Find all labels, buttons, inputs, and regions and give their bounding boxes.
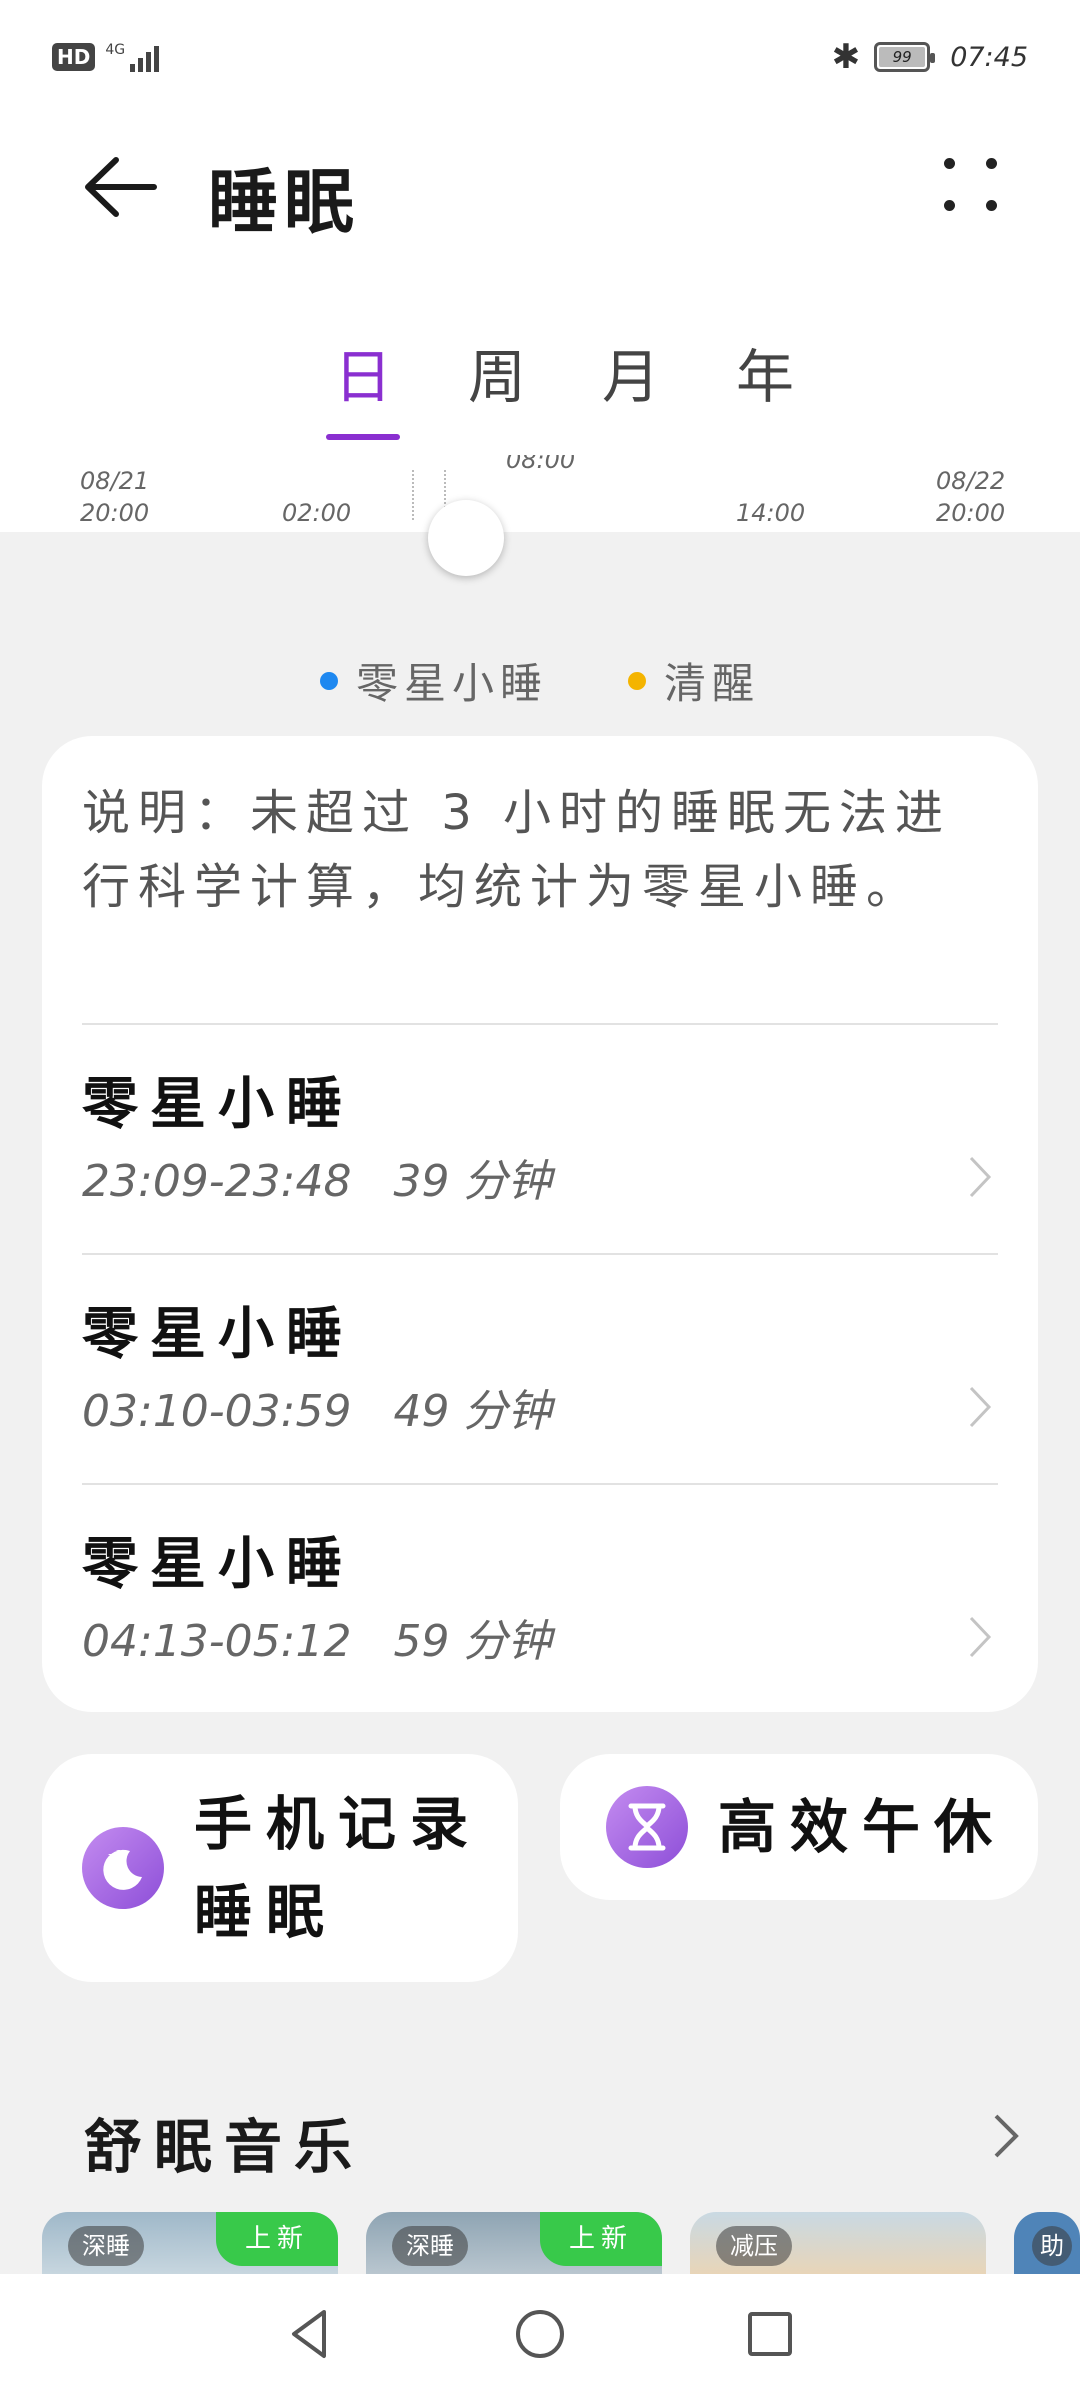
status-time: 07:45: [950, 41, 1028, 73]
svg-text:z: z: [116, 1848, 121, 1858]
tab-week[interactable]: 周: [430, 330, 564, 440]
music-tag: 助: [1032, 2226, 1072, 2266]
status-bar: HD 4G ✱ 99 07:45: [0, 0, 1080, 110]
signal-icon: 4G: [105, 42, 160, 72]
tick-0200: 02:00: [282, 499, 352, 527]
more-options-icon[interactable]: [942, 156, 1002, 216]
tick-current: 08:00: [506, 455, 576, 473]
tick-1400: 14:00: [736, 499, 806, 527]
system-nav-bar: [0, 2274, 1080, 2388]
chevron-right-icon[interactable]: [992, 2112, 1020, 2160]
nap-detail: 04:13-05:12 59 分钟: [82, 1616, 552, 1667]
back-arrow-icon[interactable]: [82, 154, 158, 220]
chevron-right-icon: [969, 1156, 992, 1198]
efficient-nap-button[interactable]: 高效午休: [560, 1754, 1038, 1900]
note-text: 说明：未超过 3 小时的睡眠无法进行科学计算，均统计为零星小睡。: [82, 785, 952, 915]
status-right: ✱ 99 07:45: [832, 40, 1028, 74]
tab-day[interactable]: 日: [296, 330, 430, 440]
music-carousel[interactable]: 深睡 上新 深睡 上新 减压 助: [42, 2212, 1080, 2274]
new-badge: 上新: [216, 2212, 338, 2266]
battery-icon: 99: [874, 42, 936, 72]
sleep-timeline[interactable]: 08/21 20:00 02:00 08:00 14:00 08/22 20:00: [0, 455, 1080, 585]
svg-text:z: z: [108, 1850, 114, 1864]
record-sleep-label: 手机记录 睡眠: [194, 1790, 483, 1946]
tick-start: 08/21 20:00: [80, 467, 150, 527]
recents-square-icon[interactable]: [740, 2304, 800, 2364]
nap-row[interactable]: 零星小睡 03:10-03:59 49 分钟: [82, 1255, 998, 1483]
cursor-line-left: [412, 470, 414, 520]
period-tabs: 日 周 月 年: [296, 330, 832, 440]
music-section-title: 舒眠音乐: [84, 2113, 365, 2181]
home-circle-icon[interactable]: [510, 2304, 570, 2364]
music-card[interactable]: 减压: [690, 2212, 986, 2274]
bluetooth-icon: ✱: [831, 37, 861, 77]
nap-row[interactable]: 零星小睡 04:13-05:12 59 分钟: [82, 1485, 998, 1713]
legend-awake-dot: [628, 671, 646, 690]
battery-level: 99: [892, 48, 912, 66]
hourglass-icon: [606, 1786, 688, 1868]
music-card[interactable]: 助: [1014, 2212, 1080, 2274]
nap-detail: 03:10-03:59 49 分钟: [82, 1386, 552, 1437]
efficient-nap-label: 高效午休: [718, 1793, 1007, 1861]
moon-icon: z z: [82, 1827, 164, 1909]
legend-nap: 零星小睡: [319, 650, 548, 711]
back-triangle-icon[interactable]: [280, 2304, 340, 2364]
record-sleep-button[interactable]: z z 手机记录 睡眠: [42, 1754, 518, 1982]
sleep-legend: 零星小睡 清醒: [0, 650, 1080, 711]
music-tag: 深睡: [392, 2226, 468, 2266]
new-badge: 上新: [540, 2212, 662, 2266]
music-card[interactable]: 深睡 上新: [42, 2212, 338, 2274]
music-tag: 减压: [716, 2226, 792, 2266]
tab-year[interactable]: 年: [698, 330, 832, 440]
legend-awake: 清醒: [628, 650, 760, 711]
hd-badge: HD: [52, 43, 96, 71]
nap-title: 零星小睡: [82, 1532, 354, 1597]
nap-row[interactable]: 零星小睡 23:09-23:48 39 分钟: [82, 1025, 998, 1253]
music-card[interactable]: 深睡 上新: [366, 2212, 662, 2274]
timeline-slider-knob[interactable]: [428, 500, 504, 576]
chevron-right-icon: [969, 1386, 992, 1428]
app-header: 睡眠: [0, 130, 1080, 243]
network-type: 4G: [105, 42, 126, 58]
page-title: 睡眠: [208, 161, 360, 243]
legend-nap-dot: [319, 671, 338, 690]
music-tag: 深睡: [68, 2226, 144, 2266]
nap-detail: 23:09-23:48 39 分钟: [82, 1156, 552, 1207]
nap-title: 零星小睡: [82, 1302, 354, 1367]
chevron-right-icon: [969, 1616, 992, 1658]
tab-month[interactable]: 月: [564, 330, 698, 440]
nap-card: 说明：未超过 3 小时的睡眠无法进行科学计算，均统计为零星小睡。 零星小睡 23…: [42, 736, 1038, 1712]
tick-end: 08/22 20:00: [936, 467, 1006, 527]
nap-title: 零星小睡: [82, 1072, 354, 1137]
status-left: HD 4G: [52, 42, 160, 72]
timeline-curve: [0, 533, 1080, 585]
